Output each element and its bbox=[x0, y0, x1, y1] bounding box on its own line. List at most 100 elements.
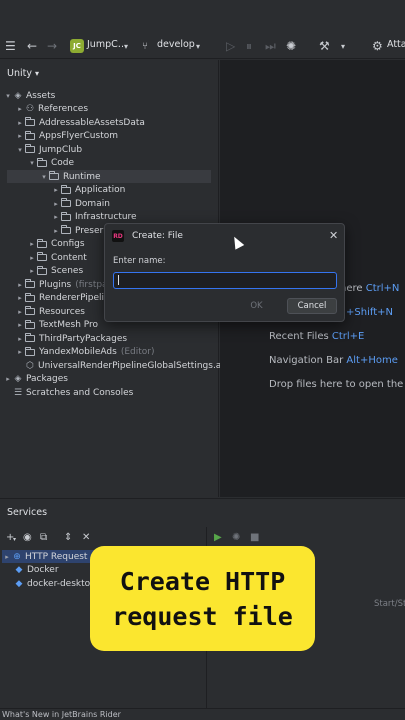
tree-item[interactable]: ▸ TextMesh Pro bbox=[15, 319, 98, 332]
tree-item[interactable]: ▾ JumpClub bbox=[15, 143, 82, 156]
tree-item-label: Configs bbox=[51, 239, 85, 249]
chevron-down-icon[interactable]: ▾ bbox=[39, 173, 49, 181]
tree-item-label: Content bbox=[51, 252, 87, 263]
caption-overlay: Create HTTP request file bbox=[90, 546, 315, 651]
tree-item[interactable]: ▸ Plugins (firstpa bbox=[15, 278, 108, 291]
tree-item[interactable]: ▸ Scenes bbox=[27, 265, 83, 278]
tree-item[interactable]: ▾ Code bbox=[27, 157, 74, 170]
packages-icon: ◈ bbox=[14, 374, 22, 384]
hamburger-menu-icon[interactable]: ☰ bbox=[5, 39, 16, 53]
tip-text: Navigation Bar bbox=[269, 355, 347, 366]
chevron-right-icon[interactable]: ▸ bbox=[15, 132, 25, 140]
services-title: Services bbox=[7, 507, 48, 518]
run-service-icon[interactable]: ▶ bbox=[214, 532, 222, 544]
branch-name[interactable]: develop bbox=[157, 39, 195, 50]
status-bar[interactable]: What's New in JetBrains Rider bbox=[0, 708, 405, 720]
ok-button[interactable]: OK bbox=[238, 298, 275, 314]
branch-chevron-down-icon[interactable]: ▾ bbox=[196, 39, 200, 53]
chevron-right-icon[interactable]: ▸ bbox=[15, 321, 25, 329]
stop-service-icon[interactable]: ■ bbox=[250, 532, 259, 544]
tree-item[interactable]: ▾ Runtime bbox=[7, 170, 211, 183]
chevron-right-icon[interactable]: ▸ bbox=[51, 213, 61, 221]
chevron-right-icon[interactable]: ▸ bbox=[27, 254, 37, 262]
tree-item[interactable]: ▸ AddressableAssetsData bbox=[15, 116, 145, 129]
tree-item[interactable]: ▸ Content bbox=[27, 251, 87, 264]
tree-item[interactable]: ▸ RendererPipelin bbox=[15, 292, 110, 305]
chevron-right-icon[interactable]: ▸ bbox=[15, 294, 25, 302]
cancel-button[interactable]: Cancel bbox=[287, 298, 337, 314]
chevron-right-icon[interactable]: ▸ bbox=[15, 105, 25, 113]
eye-icon[interactable]: ◉ bbox=[23, 532, 32, 544]
chevron-right-icon[interactable]: ▸ bbox=[51, 186, 61, 194]
references-icon: ⚇ bbox=[25, 104, 35, 114]
chevron-down-icon[interactable]: ▾ bbox=[27, 159, 37, 167]
tree-item[interactable]: ▾ ◈ Assets bbox=[3, 89, 55, 102]
tip-text: Drop files here to open the bbox=[269, 379, 404, 390]
chevron-right-icon[interactable]: ▸ bbox=[3, 375, 13, 383]
service-item-label: HTTP Request bbox=[25, 551, 88, 562]
project-name[interactable]: JumpC… bbox=[87, 39, 127, 50]
chevron-right-icon[interactable]: ▸ bbox=[15, 119, 25, 127]
folder-icon bbox=[37, 252, 47, 261]
chevron-right-icon[interactable]: ▸ bbox=[51, 227, 61, 235]
expand-all-icon[interactable]: ⇕ bbox=[64, 532, 72, 544]
unity-icon: ◈ bbox=[14, 90, 22, 101]
chevron-right-icon[interactable]: ▸ bbox=[27, 240, 37, 248]
close-icon[interactable]: ✕ bbox=[329, 229, 338, 242]
file-name-input[interactable] bbox=[113, 272, 337, 289]
tip-shortcut: Ctrl+E bbox=[331, 331, 365, 342]
tree-item[interactable]: ▸ Application bbox=[51, 184, 125, 197]
tree-item[interactable]: ▸ Domain bbox=[51, 197, 110, 210]
editor-tip: +Shift+N bbox=[346, 307, 393, 318]
back-arrow-icon[interactable]: ← bbox=[27, 39, 37, 53]
chevron-right-icon[interactable]: ▸ bbox=[27, 267, 37, 275]
debug-service-icon[interactable]: ✺ bbox=[232, 532, 240, 544]
build-hammer-icon[interactable]: ⚒ bbox=[319, 39, 330, 53]
tree-item[interactable]: ▸ Infrastructure bbox=[51, 211, 137, 224]
tree-item-label: AddressableAssetsData bbox=[39, 117, 145, 128]
tree-item-label: Assets bbox=[26, 90, 56, 101]
collapse-all-icon[interactable]: ✕ bbox=[82, 532, 90, 544]
chevron-down-icon[interactable]: ▾ bbox=[124, 39, 128, 53]
pause-icon[interactable]: ⏸ bbox=[246, 39, 252, 53]
chevron-right-icon[interactable]: ▸ bbox=[51, 200, 61, 208]
forward-arrow-icon[interactable]: → bbox=[47, 39, 57, 53]
debug-bug-icon[interactable]: ✺ bbox=[286, 39, 296, 53]
tree-item[interactable]: ⬡ UniversalRenderPipelineGlobalSettings.a… bbox=[15, 359, 231, 372]
tree-item-label: Domain bbox=[75, 198, 110, 209]
chevron-right-icon[interactable]: ▸ bbox=[15, 335, 25, 343]
docker-icon: ◆ bbox=[15, 565, 23, 575]
attach-label[interactable]: Atta bbox=[387, 39, 405, 50]
tree-item[interactable]: ▸ AppsFlyerCustom bbox=[15, 130, 118, 143]
chevron-right-icon[interactable]: ▸ bbox=[2, 553, 12, 561]
panel-title[interactable]: Unity ▾ bbox=[7, 68, 39, 79]
tree-item[interactable]: ▸ ⚇ References bbox=[15, 103, 88, 116]
chevron-right-icon[interactable]: ▸ bbox=[15, 308, 25, 316]
attach-icon[interactable]: ⚙ bbox=[372, 39, 383, 53]
chevron-down-icon[interactable]: ▾ bbox=[15, 146, 25, 154]
build-chevron-down-icon[interactable]: ▾ bbox=[341, 39, 345, 53]
tree-item[interactable]: ▸ Preser bbox=[51, 224, 103, 237]
chevron-down-icon[interactable]: ▾ bbox=[3, 92, 13, 100]
tree-item-label: UniversalRenderPipelineGlobalSettings.as… bbox=[38, 360, 231, 371]
tree-item[interactable]: ▸ ThirdPartyPackages bbox=[15, 332, 127, 345]
tree-item[interactable]: ☰ Scratches and Consoles bbox=[3, 386, 133, 399]
project-badge[interactable]: JC bbox=[70, 39, 84, 53]
chevron-right-icon[interactable]: ▸ bbox=[15, 281, 25, 289]
service-item[interactable]: ◆ docker-deskto bbox=[14, 577, 91, 590]
folder-icon bbox=[25, 306, 35, 315]
tree-item[interactable]: ▸ YandexMobileAds (Editor) bbox=[15, 346, 155, 359]
tree-item[interactable]: ▸ ◈ Packages bbox=[3, 373, 68, 386]
service-item[interactable]: ◆ Docker bbox=[14, 564, 59, 577]
tree-item-label: ThirdPartyPackages bbox=[39, 333, 128, 344]
tree-item[interactable]: ▸ Configs bbox=[27, 238, 85, 251]
run-icon[interactable]: ▷ bbox=[226, 39, 235, 53]
docker-icon: ◆ bbox=[15, 578, 23, 589]
tree-item[interactable]: ▸ Resources bbox=[15, 305, 85, 318]
step-icon[interactable]: ⏭ bbox=[265, 39, 276, 53]
ide-window: ☰ ← → JC JumpC… ▾ ⑂ develop ▾ ▷ ⏸ ⏭ ✺ ⚒ … bbox=[0, 0, 405, 720]
asset-file-icon: ⬡ bbox=[26, 360, 34, 371]
new-tab-icon[interactable]: ⧉ bbox=[40, 532, 47, 544]
add-chevron-icon[interactable]: ▾ bbox=[13, 536, 16, 548]
chevron-right-icon[interactable]: ▸ bbox=[15, 348, 25, 356]
